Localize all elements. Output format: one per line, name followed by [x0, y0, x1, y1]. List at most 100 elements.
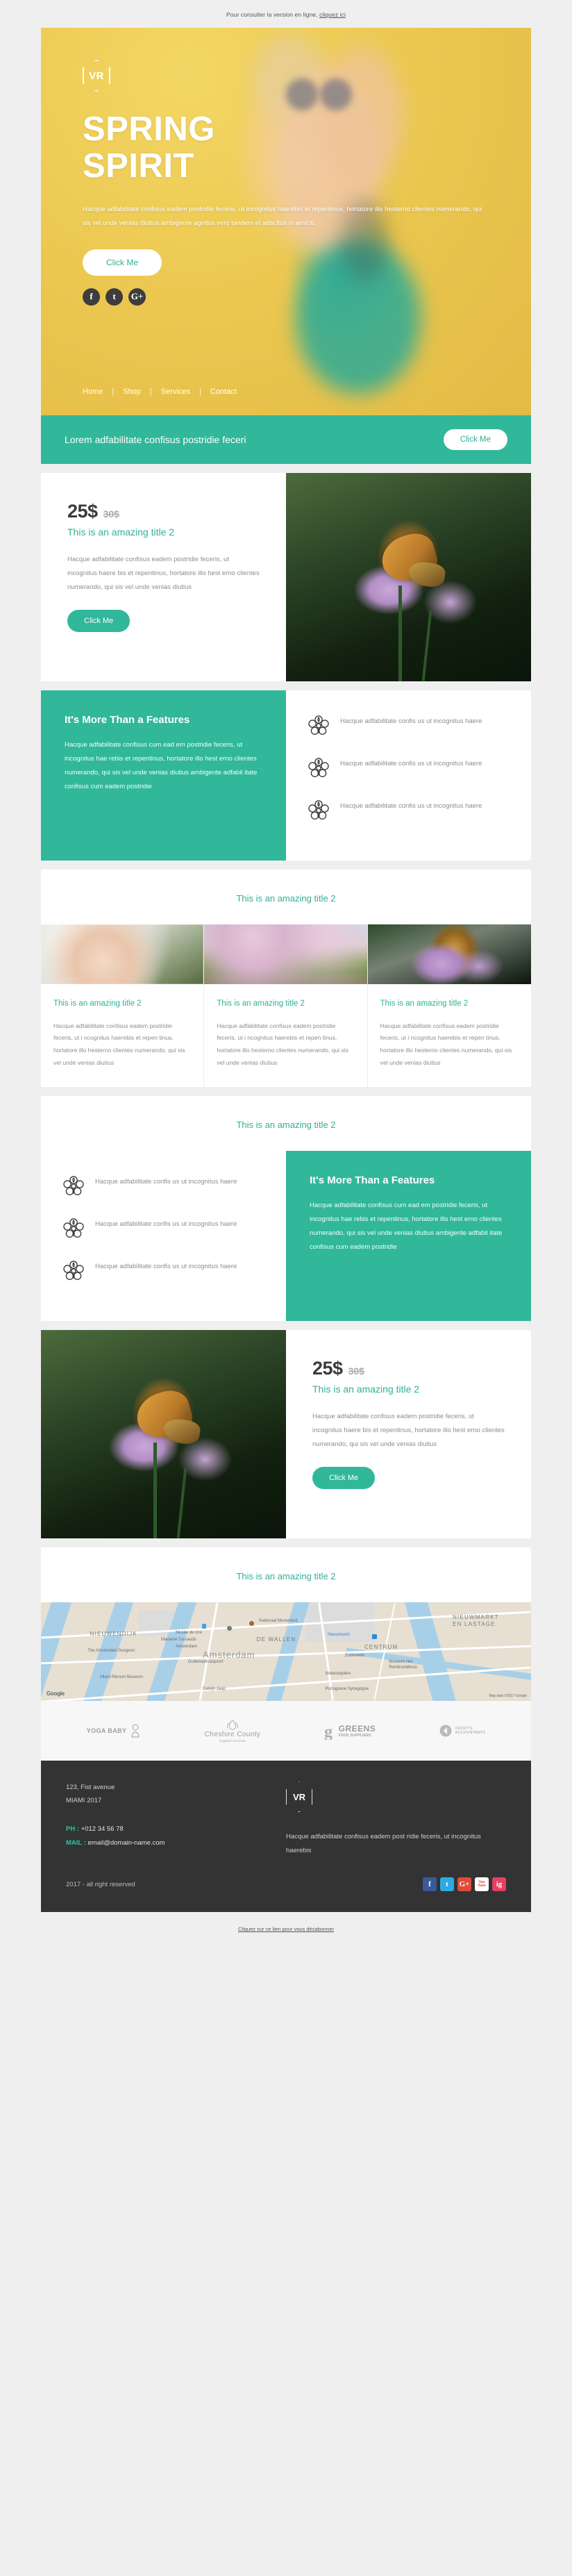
- nav-separator: |: [149, 388, 152, 396]
- feature-list-item: Hacque adfabilitate confis us ut incogni…: [62, 1174, 265, 1202]
- price-button-2[interactable]: Click Me: [312, 1467, 376, 1490]
- twitter-icon[interactable]: t: [440, 1877, 454, 1892]
- view-online-link[interactable]: cliquez ici: [319, 11, 346, 18]
- footer-contact: PH : +012 34 56 78 MAIL : email@domain-n…: [66, 1822, 286, 1850]
- email-page: Pour consulter la version en ligne, cliq…: [0, 0, 572, 1955]
- nav-item-services[interactable]: Services: [161, 388, 190, 396]
- column-paragraph-1: Hacque adfabilitate confisus eadem postr…: [53, 1022, 185, 1066]
- unsubscribe-link[interactable]: Cliquez sur ce lien pour vous désabonner: [238, 1926, 334, 1932]
- baby-icon: [131, 1724, 140, 1738]
- logo-cheshire-sub: Hygiene Services: [219, 1739, 246, 1743]
- features-title-1: It's More Than a Features: [65, 714, 190, 726]
- youtube-icon[interactable]: You Tube: [475, 1877, 489, 1892]
- hero-social-links: f t G+: [83, 288, 489, 306]
- map-label: Madame Tussauds: [160, 1638, 196, 1643]
- flower-icon: [307, 714, 330, 741]
- flower-icon: [62, 1174, 85, 1202]
- map-attribution: Map data ©2017 Google: [489, 1694, 527, 1699]
- feature-list-item: Hacque adfabilitate confis us ut incogni…: [307, 714, 510, 741]
- map-label: The Amsterdam Dungeon: [87, 1648, 135, 1653]
- nav-item-contact[interactable]: Contact: [210, 388, 237, 396]
- column-title-3: This is an amazing title 2: [380, 999, 469, 1008]
- map-label: Allard Pierson Museum: [99, 1675, 143, 1680]
- price-value-1: 25$ 30$: [67, 501, 260, 522]
- column-item: This is an amazing title 2 Hacque adfabi…: [204, 924, 368, 1088]
- section-title-3: This is an amazing title 2: [41, 1547, 531, 1603]
- feature-item-text: Hacque adfabilitate confis us ut incogni…: [95, 1263, 237, 1271]
- logo-cheshire-text: Cheshire County: [204, 1731, 261, 1739]
- column-item: This is an amazing title 2 Hacque adfabi…: [41, 924, 205, 1088]
- features-block-2: Hacque adfabilitate confis us ut incogni…: [41, 1151, 531, 1322]
- unsubscribe: Cliquez sur ce lien pour vous désabonner: [0, 1912, 572, 1936]
- map-label: CENTRUM: [364, 1643, 398, 1650]
- footer-bottom: 2017 - all right reserved f t G+ You Tub…: [41, 1873, 531, 1913]
- twitter-icon[interactable]: t: [106, 288, 123, 306]
- flower-icon: [307, 799, 330, 826]
- footer-copyright: 2017 - all right reserved: [66, 1880, 135, 1888]
- price-button-1[interactable]: Click Me: [67, 609, 131, 632]
- column-paragraph-3: Hacque adfabilitate confisus eadem postr…: [380, 1022, 512, 1066]
- features-paragraph-2: Hacque adfabilitate confisus cum ead em …: [310, 1202, 503, 1252]
- feature-list-item: Hacque adfabilitate confis us ut incogni…: [307, 799, 510, 826]
- svg-text:g: g: [324, 1723, 333, 1740]
- map-label: DE WALLEN: [256, 1636, 296, 1643]
- logo-yoga-baby: YOGA BABY: [87, 1724, 142, 1738]
- feature-item-text: Hacque adfabilitate confis us ut incogni…: [95, 1220, 237, 1229]
- nav-item-shop[interactable]: Shop: [123, 388, 141, 396]
- map-label: Nieuwmarkt: [328, 1633, 350, 1638]
- instagram-icon[interactable]: ig: [492, 1877, 506, 1892]
- footer-social-links: f t G+ You Tube ig: [423, 1877, 506, 1892]
- column-image-3: [367, 924, 531, 984]
- flower-icon: [307, 756, 330, 783]
- google-plus-icon[interactable]: G+: [457, 1877, 471, 1892]
- feature-item-text: Hacque adfabilitate confis us ut incogni…: [95, 1178, 237, 1186]
- features-block-1: It's More Than a Features Hacque adfabil…: [41, 690, 531, 861]
- map-pin: [201, 1624, 206, 1629]
- flower-icon: [62, 1259, 85, 1286]
- footer-paragraph: Hacque adfabilitate confisus eadem post …: [286, 1833, 481, 1855]
- map-label: Portuguese Synagogue: [325, 1687, 369, 1692]
- footer-address: 123, Fist avenue MIAMI 2017: [66, 1781, 286, 1807]
- price-block-1: 25$ 30$ This is an amazing title 2 Hacque…: [41, 473, 531, 681]
- map-label: Museum Het: [389, 1659, 413, 1664]
- circle-arrow-icon: [439, 1725, 452, 1737]
- hero-title: SPRING SPIRIT: [83, 111, 333, 185]
- column-title-1: This is an amazing title 2: [53, 999, 142, 1008]
- google-plus-icon[interactable]: G+: [128, 288, 146, 306]
- map-label: Waterlooplein: [325, 1671, 351, 1676]
- feature-list-item: Hacque adfabilitate confis us ut incogni…: [307, 756, 510, 783]
- map-label: Calvijn Jaap: [202, 1687, 226, 1692]
- hero-cta-button[interactable]: Click Me: [83, 249, 162, 276]
- map-pin: [371, 1634, 377, 1639]
- map-label: Oudemanhuispoort: [187, 1659, 224, 1664]
- cta-band: Lorem adfabilitate confisus postridie fe…: [41, 415, 531, 464]
- hero-title-line-2: SPIRIT: [83, 147, 194, 185]
- nav-item-home[interactable]: Home: [83, 388, 103, 396]
- column-image-2: [204, 924, 367, 984]
- logo-crofts-accountants: CROFT'S ACCOUNTANTS: [439, 1725, 486, 1737]
- map-label: NIEUWENDIJK: [90, 1631, 137, 1638]
- section-title-1: This is an amazing title 2: [41, 870, 531, 924]
- section-gap: [41, 1321, 531, 1331]
- brand-logo: VR: [83, 60, 110, 92]
- cta-band-button[interactable]: Click Me: [443, 429, 507, 450]
- feature-item-text: Hacque adfabilitate confis us ut incogni…: [340, 802, 482, 810]
- footer-mail: MAIL : email@domain-name.com: [66, 1836, 286, 1850]
- footer-brand-logo: VR: [286, 1781, 312, 1813]
- footer-mail-value[interactable]: email@domain-name.com: [86, 1839, 165, 1847]
- map-section[interactable]: Nationaal Monument Musée de cire Madame …: [41, 1602, 531, 1702]
- preheader: Pour consulter la version en ligne, cliq…: [0, 0, 572, 28]
- price-value-2: 25$ 30$: [312, 1358, 505, 1379]
- footer-address-line-2: MIAMI 2017: [66, 1796, 102, 1804]
- hero-paragraph: Hacque adfabilitate confisus eadem postr…: [83, 205, 482, 228]
- hero-nav: Home | Shop | Services | Contact: [41, 388, 531, 396]
- facebook-icon[interactable]: f: [423, 1877, 437, 1892]
- footer-address-line-1: 123, Fist avenue: [66, 1784, 115, 1792]
- nav-separator: |: [112, 388, 115, 396]
- logo-greens-text: GREENS: [338, 1724, 376, 1734]
- tulip-icon: [227, 1720, 238, 1730]
- facebook-icon[interactable]: f: [83, 288, 100, 306]
- map-label: Amsterdam: [176, 1645, 197, 1650]
- feature-item-text: Hacque adfabilitate confis us ut incogni…: [340, 760, 482, 767]
- logo-cheshire-county: Cheshire County Hygiene Services: [205, 1719, 260, 1743]
